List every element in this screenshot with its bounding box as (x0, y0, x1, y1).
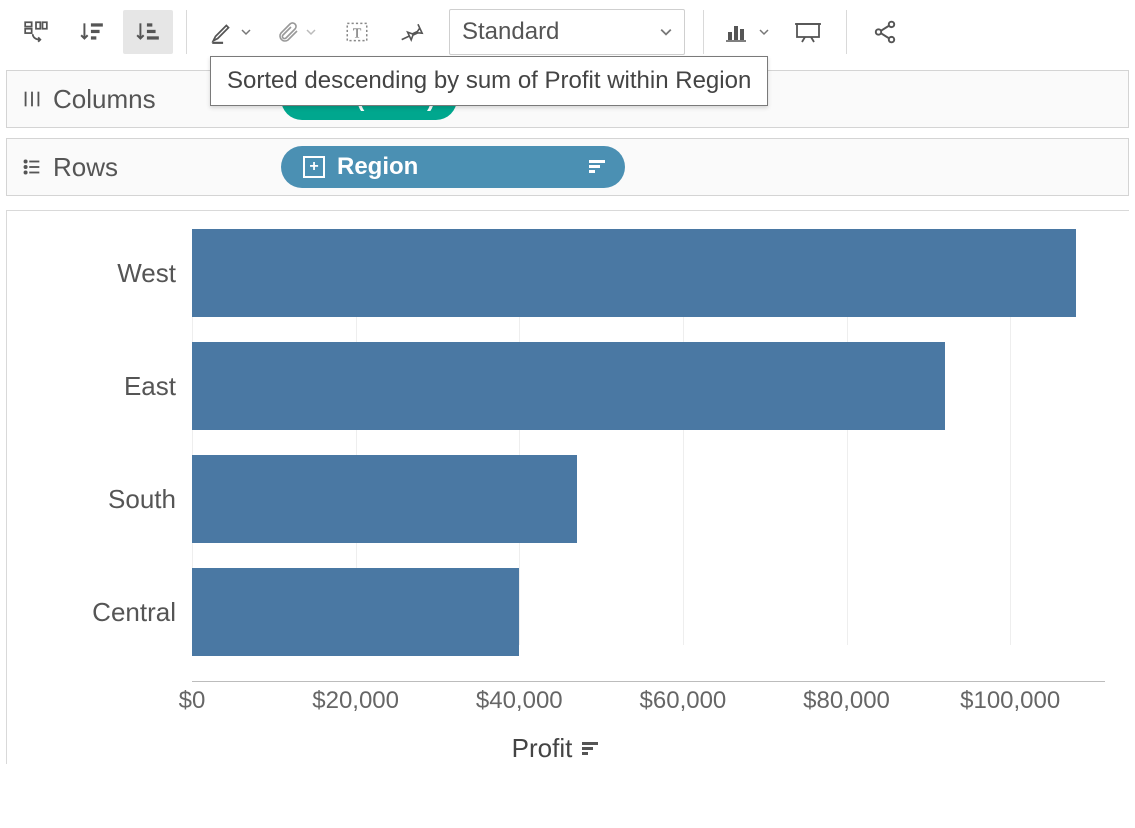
sort-ascending-button[interactable] (67, 10, 117, 54)
presentation-mode-button[interactable] (783, 10, 833, 54)
toolbar-separator (703, 10, 704, 54)
tick-label: $20,000 (312, 687, 399, 715)
bar-row[interactable]: West (192, 229, 1105, 317)
pill-text: Region (337, 153, 418, 181)
sort-indicator-icon (589, 158, 607, 176)
sort-descending-button[interactable] (123, 10, 173, 54)
toolbar-separator (186, 10, 187, 54)
share-button[interactable] (860, 10, 910, 54)
sort-indicator-icon (582, 742, 600, 756)
chevron-down-icon (759, 27, 769, 37)
bar[interactable] (192, 342, 945, 430)
x-axis-title[interactable]: Profit (7, 733, 1105, 764)
attach-button[interactable] (266, 10, 326, 54)
pin-button[interactable] (388, 10, 438, 54)
highlighter-icon (209, 19, 235, 45)
chart-plot-area[interactable]: West East South Central (192, 229, 1105, 685)
tooltip-text: Sorted descending by sum of Profit withi… (227, 67, 751, 94)
bar-row[interactable]: Central (192, 568, 1105, 656)
chevron-down-icon (660, 26, 672, 38)
tick-label: $40,000 (476, 687, 563, 715)
category-label[interactable]: Central (92, 597, 176, 628)
toolbar-separator (846, 10, 847, 54)
swap-icon (23, 19, 49, 45)
show-me-button[interactable] (717, 10, 777, 54)
pin-icon (401, 20, 425, 44)
rows-pill-region[interactable]: + Region (281, 146, 625, 188)
chevron-down-icon (306, 27, 316, 37)
sort-desc-icon (135, 19, 161, 45)
bar[interactable] (192, 229, 1076, 317)
show-labels-button[interactable]: T (332, 10, 382, 54)
columns-icon (17, 88, 47, 110)
bar-row[interactable]: South (192, 455, 1105, 543)
text-label-icon: T (344, 19, 370, 45)
chart-view: West East South Central $0 $20,000 $40,000 $60… (6, 210, 1129, 764)
category-label[interactable]: South (108, 484, 176, 515)
bar-row[interactable]: East (192, 342, 1105, 430)
toolbar: T Standard (0, 0, 1135, 64)
expand-icon[interactable]: + (303, 156, 325, 178)
chevron-down-icon (241, 27, 251, 37)
axis-title-text: Profit (512, 733, 573, 764)
svg-text:T: T (353, 25, 362, 41)
fit-mode-select[interactable]: Standard (449, 9, 685, 55)
swap-rows-columns-button[interactable] (11, 10, 61, 54)
tick-label: $0 (179, 687, 206, 715)
category-label[interactable]: West (117, 258, 176, 289)
sort-asc-icon (79, 19, 105, 45)
category-label[interactable]: East (124, 371, 176, 402)
sort-tooltip: Sorted descending by sum of Profit withi… (210, 56, 768, 106)
tick-label: $100,000 (960, 687, 1060, 715)
bar[interactable] (192, 455, 577, 543)
x-axis-ticks: $0$20,000$40,000$60,000$80,000$100,000 (192, 687, 1105, 727)
bar[interactable] (192, 568, 519, 656)
paperclip-icon (276, 20, 300, 44)
rows-label: Rows (53, 152, 273, 183)
highlight-button[interactable] (200, 10, 260, 54)
show-me-icon (725, 20, 753, 44)
tick-label: $80,000 (803, 687, 890, 715)
presentation-icon (794, 20, 822, 44)
rows-shelf[interactable]: Rows + Region (6, 138, 1129, 196)
share-icon (872, 19, 898, 45)
rows-icon (17, 156, 47, 178)
tick-label: $60,000 (640, 687, 727, 715)
fit-mode-value: Standard (462, 18, 559, 46)
